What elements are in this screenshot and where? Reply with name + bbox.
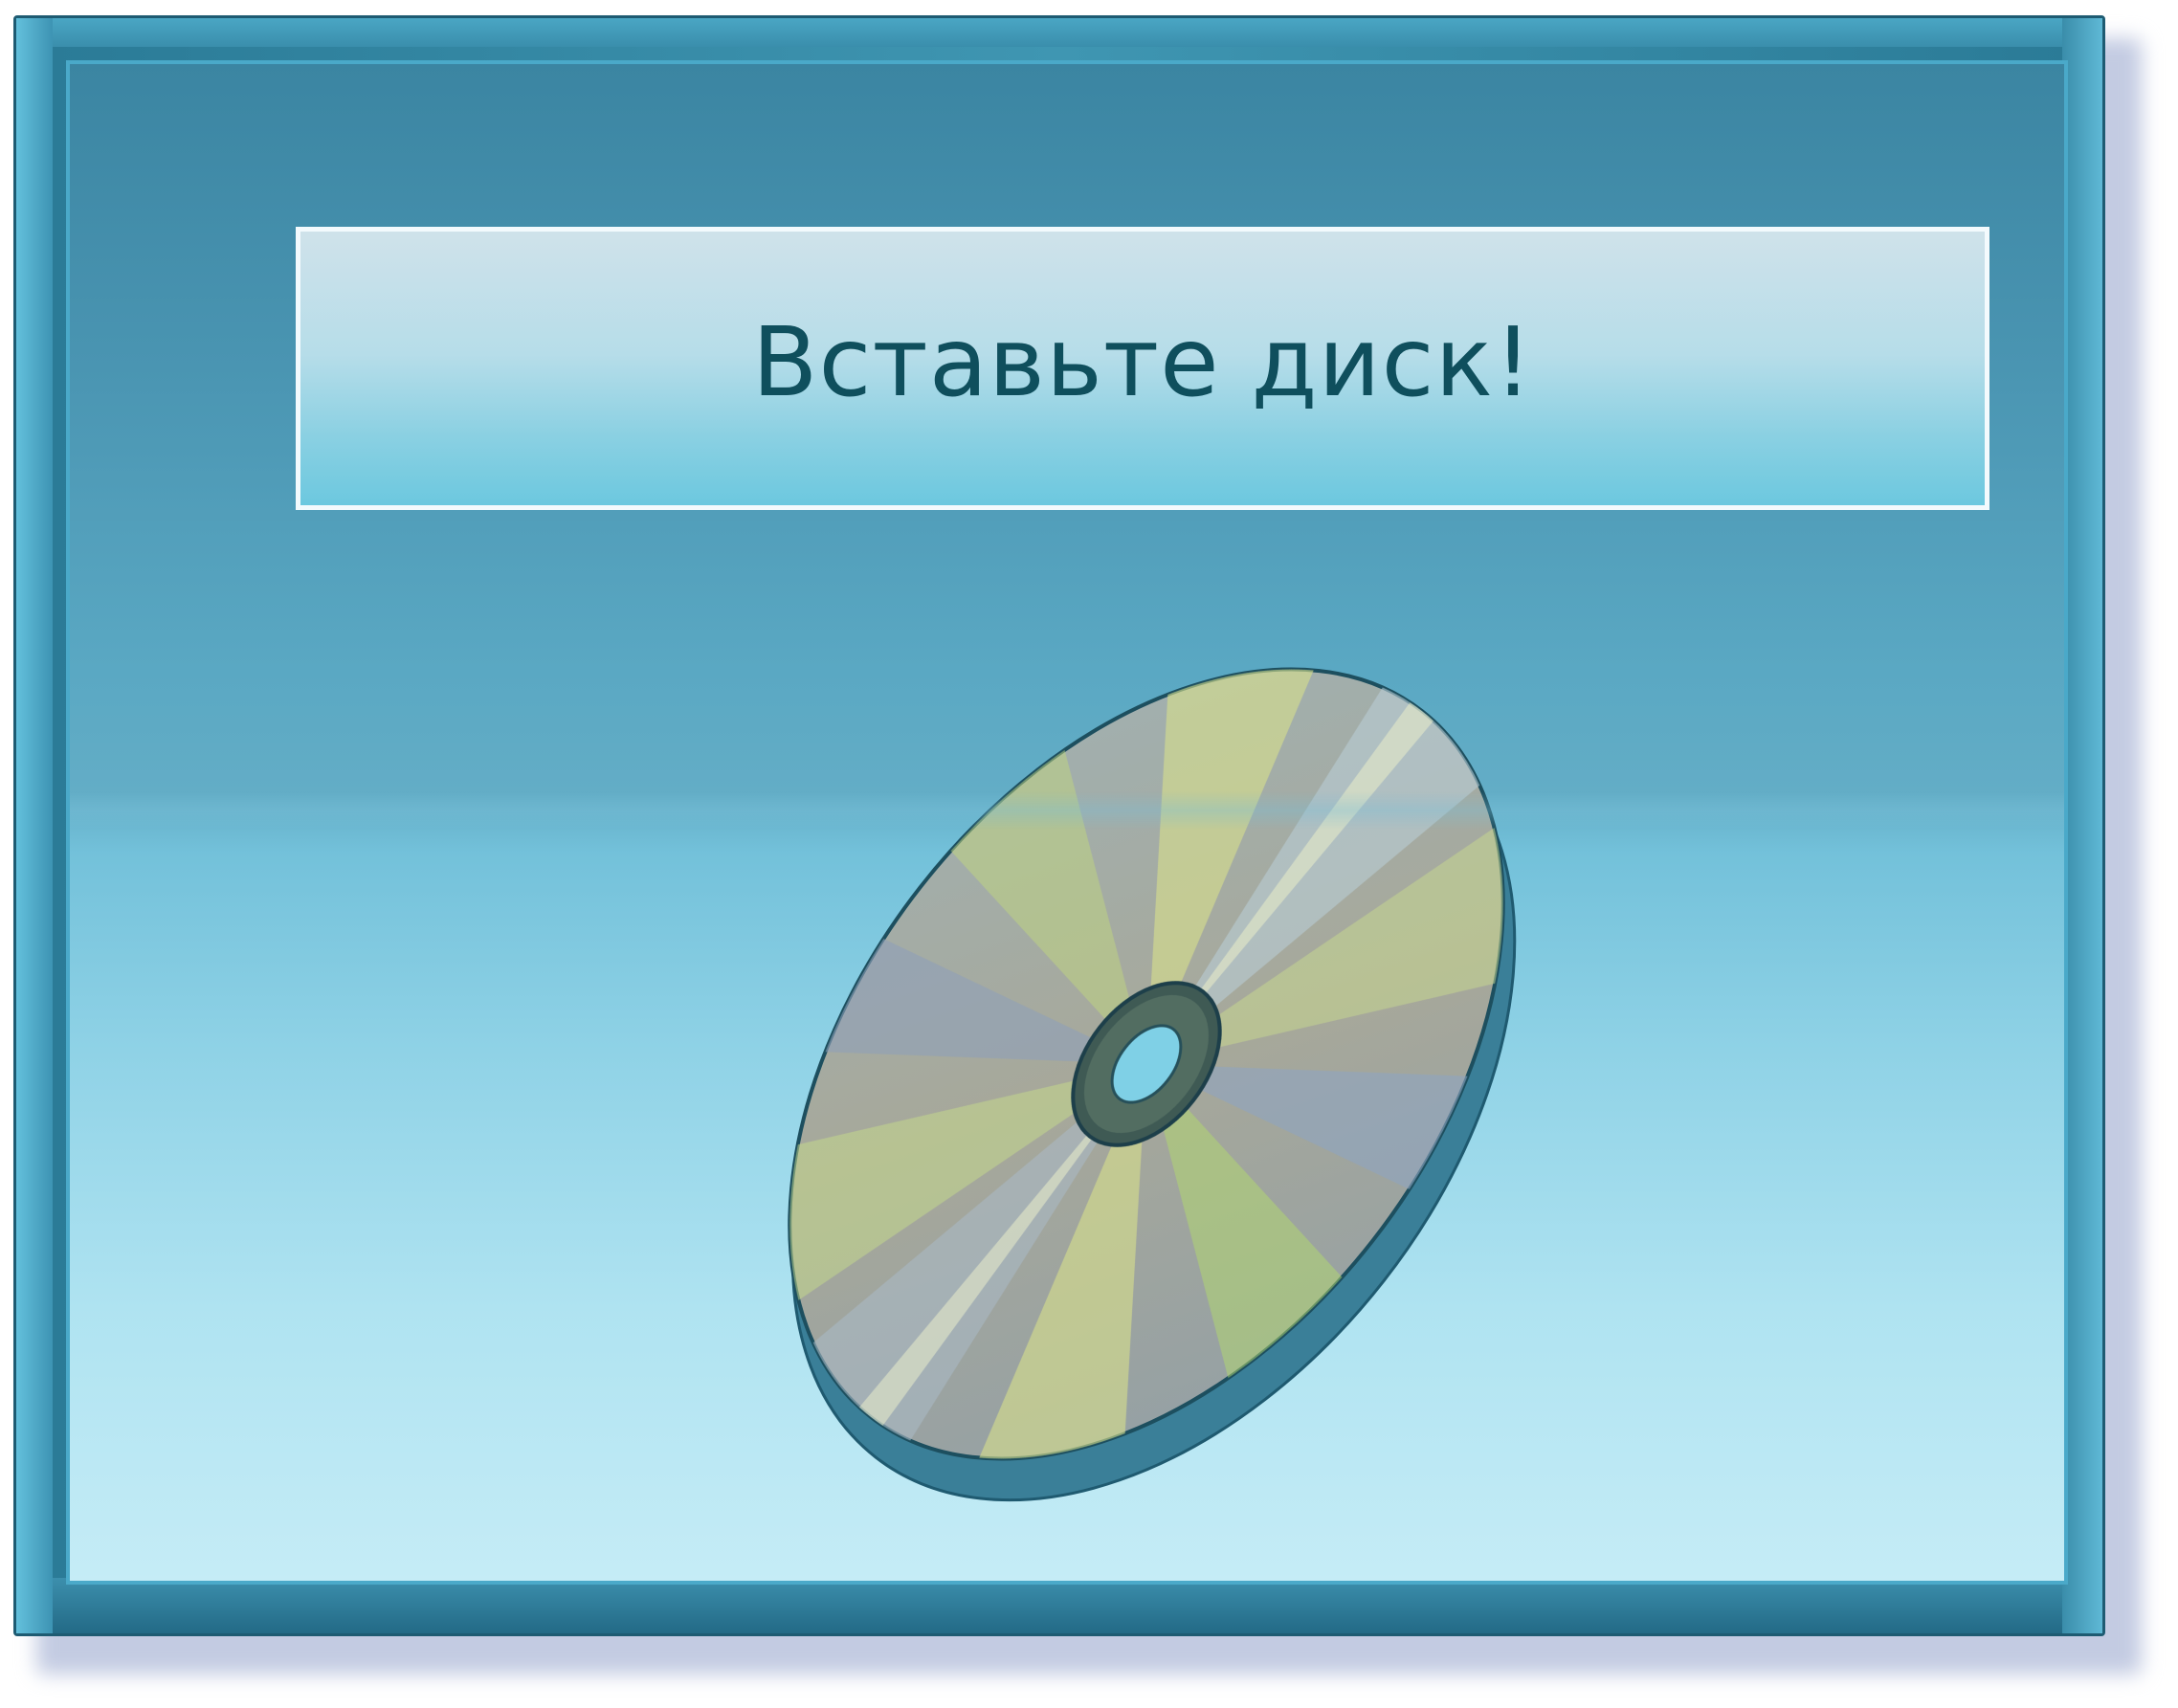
frame-bevel-top [16, 18, 2102, 47]
insert-disc-message: Вставьте диск! [751, 305, 1534, 418]
frame-bevel-right [2062, 18, 2102, 1633]
cd-disc-icon [644, 619, 1649, 1509]
frame-bevel-bottom [16, 1578, 2102, 1633]
dialog-panel: Вставьте диск! [66, 60, 2068, 1585]
message-banner: Вставьте диск! [296, 227, 1989, 510]
frame-bevel-left [16, 18, 53, 1633]
dialog-frame: Вставьте диск! [13, 15, 2105, 1636]
